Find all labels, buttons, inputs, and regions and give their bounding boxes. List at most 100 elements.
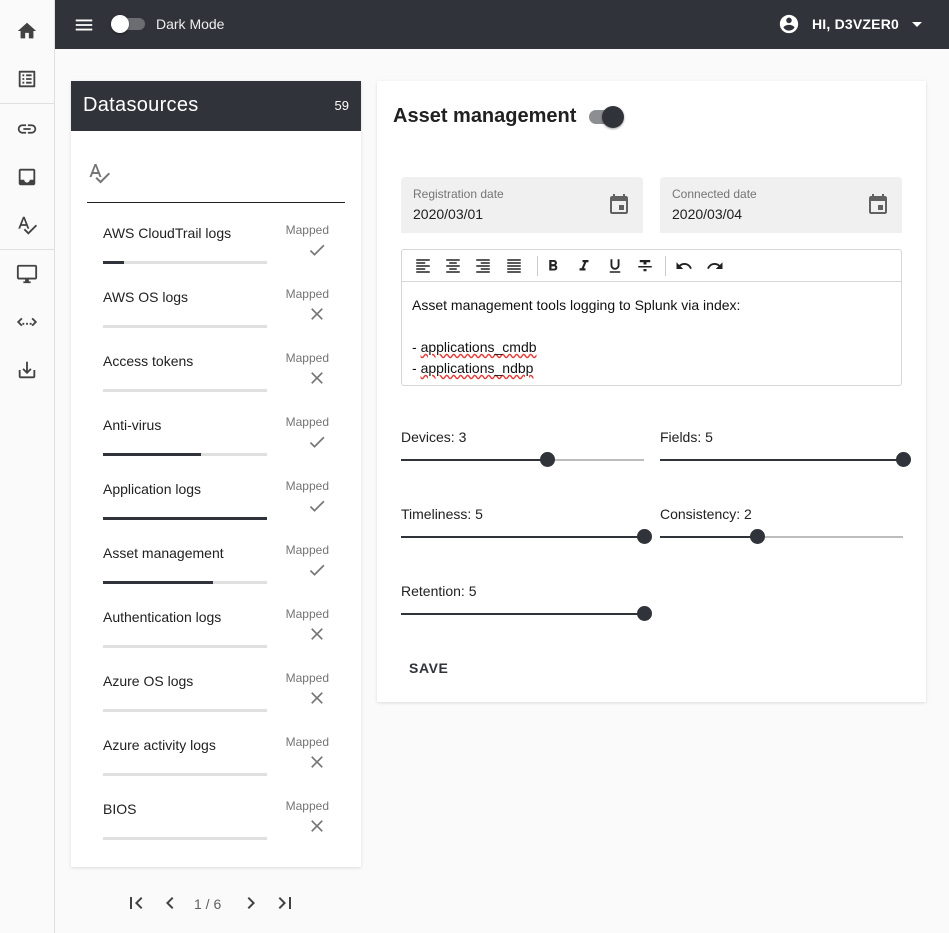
score-slider: Retention: 5: [401, 583, 652, 631]
datasources-title: Datasources: [83, 94, 199, 116]
mapped-label: Mapped: [285, 735, 329, 749]
last-page-button[interactable]: [273, 891, 297, 915]
close-icon: [307, 816, 327, 836]
slider-thumb[interactable]: [539, 452, 555, 467]
align-left-button[interactable]: [413, 256, 433, 276]
align-center-button[interactable]: [443, 256, 463, 276]
link-icon: [17, 124, 37, 134]
undo-button[interactable]: [674, 256, 694, 276]
datasource-name: Asset management: [103, 545, 224, 561]
dark-mode-toggle[interactable]: [111, 15, 145, 33]
redo-icon: [707, 262, 723, 269]
slider-thumb[interactable]: [750, 529, 766, 544]
datasource-search-input[interactable]: [121, 163, 341, 187]
hamburger-icon: [75, 19, 93, 31]
datasource-name: AWS CloudTrail logs: [103, 225, 232, 241]
datasource-item[interactable]: AWS OS logs Mapped: [87, 275, 345, 339]
nav-rail: [0, 0, 55, 933]
prev-page-button[interactable]: [158, 891, 182, 915]
datasource-name: BIOS: [103, 801, 137, 817]
datasource-item[interactable]: Azure activity logs Mapped: [87, 723, 345, 787]
underline-button[interactable]: [605, 256, 625, 276]
align-justify-button[interactable]: [504, 256, 524, 276]
datasource-enabled-toggle[interactable]: [588, 106, 624, 128]
datasource-item[interactable]: Anti-virus Mapped: [87, 403, 345, 467]
mapped-label: Mapped: [285, 479, 329, 493]
slider-thumb[interactable]: [896, 452, 911, 467]
calendar-icon[interactable]: [607, 193, 631, 217]
close-icon: [307, 304, 327, 324]
slider-label: Retention: 5: [401, 583, 477, 599]
check-icon: [307, 560, 327, 580]
redo-button[interactable]: [705, 256, 725, 276]
align-right-button[interactable]: [473, 256, 493, 276]
check-icon: [307, 432, 327, 452]
slider-thumb[interactable]: [637, 529, 652, 544]
slider-fill: [660, 459, 903, 461]
close-icon: [307, 368, 327, 388]
bold-button[interactable]: [543, 256, 563, 276]
mapped-label: Mapped: [285, 543, 329, 557]
nav-inbox[interactable]: [0, 153, 54, 201]
progress-fill: [103, 453, 202, 456]
page-indicator: 1 / 6: [194, 896, 222, 912]
user-menu[interactable]: HI, D3VZER0: [778, 12, 929, 36]
first-page-button[interactable]: [124, 891, 148, 915]
datasource-item[interactable]: Asset management Mapped: [87, 531, 345, 595]
align-left-icon: [416, 259, 430, 273]
datasource-item[interactable]: BIOS Mapped: [87, 787, 345, 851]
datasource-progress-bar: [103, 517, 267, 520]
slider-track[interactable]: [401, 529, 652, 544]
datasource-item[interactable]: Authentication logs Mapped: [87, 595, 345, 659]
last-page-icon: [278, 897, 291, 909]
save-button[interactable]: SAVE: [401, 655, 457, 681]
editor-line: Asset management tools logging to Splunk…: [412, 297, 741, 313]
datasource-item[interactable]: AWS CloudTrail logs Mapped: [87, 211, 345, 275]
bold-icon: [549, 260, 558, 271]
slider-fill: [660, 536, 758, 538]
nav-monitor[interactable]: [0, 250, 54, 298]
next-page-button[interactable]: [239, 891, 263, 915]
slider-fill: [401, 536, 644, 538]
strikethrough-button[interactable]: [635, 256, 655, 276]
datasource-detail: Asset management Registration date 2020/…: [377, 81, 926, 702]
score-slider: Consistency: 2: [660, 506, 903, 554]
datasource-progress-bar: [103, 389, 267, 392]
account-circle-icon: [778, 13, 800, 35]
slider-track[interactable]: [401, 606, 652, 621]
index-name: applications_cmdb: [420, 339, 537, 355]
slider-thumb[interactable]: [637, 606, 652, 621]
nav-link[interactable]: [0, 105, 54, 153]
connected-date-value: 2020/03/04: [672, 206, 743, 222]
mapped-label: Mapped: [285, 415, 329, 429]
slider-track[interactable]: [401, 452, 644, 467]
connected-date-field[interactable]: Connected date 2020/03/04: [660, 177, 902, 233]
italic-button[interactable]: [574, 256, 594, 276]
rail-divider: [0, 103, 54, 104]
nav-download[interactable]: [0, 346, 54, 394]
datasource-item[interactable]: Azure OS logs Mapped: [87, 659, 345, 723]
editor-content[interactable]: Asset management tools logging to Splunk…: [412, 295, 740, 379]
datasource-name: Azure OS logs: [103, 673, 194, 689]
align-center-icon: [446, 259, 460, 273]
nav-list[interactable]: [0, 55, 54, 103]
mapped-label: Mapped: [285, 287, 329, 301]
nav-home[interactable]: [0, 7, 54, 55]
registration-date-field[interactable]: Registration date 2020/03/01: [401, 177, 643, 233]
home-icon: [17, 22, 37, 39]
slider-track[interactable]: [660, 529, 903, 544]
datasource-item[interactable]: Application logs Mapped: [87, 467, 345, 531]
dark-mode-label: Dark Mode: [156, 16, 225, 32]
undo-icon: [676, 262, 692, 269]
calendar-icon[interactable]: [866, 193, 890, 217]
menu-button[interactable]: [72, 13, 96, 37]
datasource-item[interactable]: Access tokens Mapped: [87, 339, 345, 403]
user-greeting: HI, D3VZER0: [812, 16, 899, 32]
slider-fill: [401, 613, 644, 615]
progress-fill: [103, 517, 267, 520]
slider-track[interactable]: [660, 452, 911, 467]
nav-code[interactable]: [0, 298, 54, 346]
toggle-thumb: [602, 106, 624, 128]
datasource-progress-bar: [103, 581, 267, 584]
nav-spellcheck[interactable]: [0, 201, 54, 249]
